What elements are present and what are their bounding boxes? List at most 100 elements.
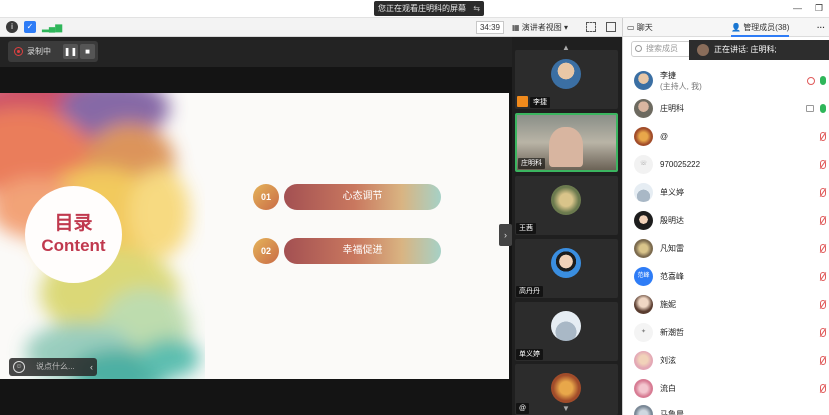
tab-chat-label: 聊天 xyxy=(636,23,653,32)
mic-on-icon[interactable] xyxy=(820,76,826,85)
video-tile-active-speaker[interactable]: 庄明科 xyxy=(515,113,618,172)
avatar xyxy=(634,239,653,258)
avatar xyxy=(634,99,653,118)
video-name: @ xyxy=(516,403,530,414)
avatar xyxy=(634,379,653,398)
mic-muted-icon[interactable] xyxy=(820,328,826,337)
avatar xyxy=(551,311,581,341)
participant-row[interactable]: 单义婷 xyxy=(623,179,829,206)
participant-name: 凡知雷 xyxy=(660,244,684,253)
participant-row[interactable]: 施妮 xyxy=(623,291,829,318)
video-tile[interactable]: 单义婷 xyxy=(515,302,618,361)
participant-name: 刘泫 xyxy=(660,356,676,365)
more-options-button[interactable]: ··· xyxy=(817,18,825,37)
info-icon[interactable]: i xyxy=(6,21,18,33)
mic-muted-icon[interactable] xyxy=(820,160,826,169)
participant-row[interactable]: 凡知雷 xyxy=(623,235,829,262)
shield-icon[interactable]: ✓ xyxy=(24,21,36,33)
participant-row[interactable]: 流白 xyxy=(623,375,829,402)
participant-name: 殷明达 xyxy=(660,216,684,225)
participant-name: 单义婷 xyxy=(660,188,684,197)
meeting-timer: 34:39 xyxy=(476,21,504,34)
mic-muted-icon[interactable] xyxy=(820,272,826,281)
tab-members-label: 管理成员(38) xyxy=(743,23,790,32)
right-panel-header: ▭ 聊天 👤 管理成员(38) ··· xyxy=(622,18,829,37)
avatar xyxy=(634,295,653,314)
participant-row[interactable]: 马鲁晨 xyxy=(623,401,829,415)
avatar xyxy=(634,71,653,90)
avatar xyxy=(551,248,581,278)
exit-fullscreen-icon[interactable]: ⇆ xyxy=(473,1,480,16)
members-icon: 👤 xyxy=(731,23,744,32)
signal-icon[interactable]: ▂▄▆ xyxy=(42,21,62,33)
participant-name-text: 李捷 xyxy=(660,71,676,80)
participant-name: 流白 xyxy=(660,384,676,393)
minimize-icon[interactable]: — xyxy=(793,3,802,13)
participant-row[interactable]: ☏ 970025222 xyxy=(623,151,829,178)
search-icon xyxy=(635,45,642,52)
restore-icon[interactable]: ❐ xyxy=(815,3,823,14)
speaker-view-button[interactable]: ▦ 演讲者视图 ▾ xyxy=(512,21,568,34)
mic-on-icon[interactable] xyxy=(820,104,826,113)
chevron-left-icon[interactable]: ‹ xyxy=(90,358,93,376)
participant-row[interactable]: 庄明科 xyxy=(623,95,829,122)
tab-chat[interactable]: ▭ 聊天 xyxy=(627,18,653,37)
search-placeholder: 搜索成员 xyxy=(646,44,678,53)
initials-avatar: 范峰 xyxy=(634,267,653,286)
mic-muted-icon[interactable] xyxy=(820,132,826,141)
participant-row[interactable]: 范峰 范喜峰 xyxy=(623,263,829,290)
participant-row[interactable]: @ xyxy=(623,123,829,150)
video-name: 单义婷 xyxy=(516,349,543,360)
avatar xyxy=(634,405,653,415)
avatar xyxy=(634,211,653,230)
emoji-icon[interactable]: ☺ xyxy=(13,361,25,373)
meeting-toolbar: i ✓ ▂▄▆ 34:39 ▦ 演讲者视图 ▾ xyxy=(0,18,622,37)
speaking-text: 正在讲话: 庄明科; xyxy=(714,45,777,54)
chat-input[interactable]: ☺ 说点什么... ‹ xyxy=(9,358,97,376)
participant-name: 庄明科 xyxy=(660,104,684,113)
tab-members[interactable]: 👤 管理成员(38) xyxy=(731,18,790,37)
avatar xyxy=(634,183,653,202)
chat-icon: ▭ xyxy=(627,23,637,32)
participant-name: @ xyxy=(660,132,669,141)
video-tile[interactable]: 李捷 xyxy=(515,50,618,109)
record-icon xyxy=(807,77,815,85)
search-input[interactable]: 搜索成员 xyxy=(631,41,691,57)
sidebar-icon[interactable] xyxy=(606,22,616,32)
video-strip: ▲ 李捷 庄明科 王茜 高丹丹 单义婷 @ ▼ xyxy=(512,37,622,415)
participant-role: (主持人, 我) xyxy=(660,82,702,91)
participant-row[interactable]: 李捷 (主持人, 我) xyxy=(623,67,829,94)
host-icon xyxy=(517,96,528,107)
layout-icon: ▦ xyxy=(512,23,522,32)
video-tile[interactable]: 王茜 xyxy=(515,176,618,235)
speaker-avatar xyxy=(697,44,709,56)
avatar xyxy=(551,373,581,403)
mic-muted-icon[interactable] xyxy=(820,300,826,309)
video-name: 高丹丹 xyxy=(516,286,543,297)
mic-muted-icon[interactable] xyxy=(820,188,826,197)
video-tile[interactable]: 高丹丹 xyxy=(515,239,618,298)
avatar xyxy=(551,59,581,89)
pause-recording-button[interactable]: ❚❚ xyxy=(63,44,78,59)
screen-share-icon xyxy=(806,105,814,112)
fullscreen-icon[interactable] xyxy=(586,22,596,32)
participant-row[interactable]: 刘泫 xyxy=(623,347,829,374)
mic-muted-icon[interactable] xyxy=(820,216,826,225)
menu-item-number: 01 xyxy=(253,184,279,210)
avatar xyxy=(634,351,653,370)
participant-row[interactable]: 殷明达 xyxy=(623,207,829,234)
participant-row[interactable]: ✦ 新潮哲 xyxy=(623,319,829,346)
avatar xyxy=(551,185,581,215)
screen-share-banner: 您正在观看庄明科的屏幕 ⇆ xyxy=(374,1,484,16)
logo-avatar: ✦ xyxy=(634,323,653,342)
mic-muted-icon[interactable] xyxy=(820,356,826,365)
collapse-strip-handle[interactable]: › xyxy=(499,224,512,246)
speaker-view-label: 演讲者视图 xyxy=(521,23,562,32)
chevron-down-icon[interactable]: ▼ xyxy=(562,404,570,413)
stop-recording-button[interactable]: ■ xyxy=(80,44,95,59)
mic-muted-icon[interactable] xyxy=(820,384,826,393)
video-name: 李捷 xyxy=(530,97,550,108)
chat-input-placeholder: 说点什么... xyxy=(36,362,75,371)
video-name: 王茜 xyxy=(516,223,536,234)
mic-muted-icon[interactable] xyxy=(820,244,826,253)
